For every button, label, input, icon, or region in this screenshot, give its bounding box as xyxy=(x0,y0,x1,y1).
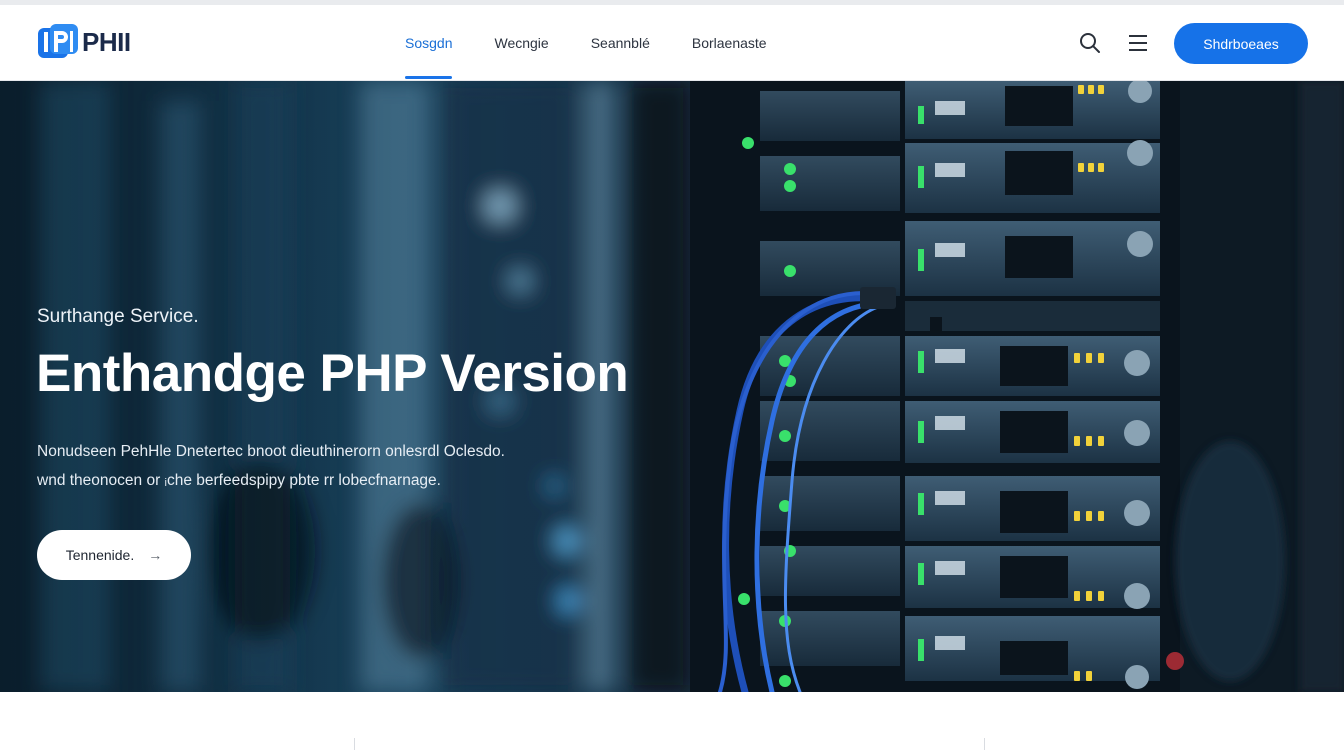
hero-section: Surthange Service. Enthandge PHP Version… xyxy=(0,81,1344,692)
nav-link-2[interactable]: Seannblé xyxy=(591,5,650,81)
cta-button[interactable]: Shdrboeaes xyxy=(1174,23,1308,64)
brand-logo[interactable]: PHII xyxy=(36,22,131,62)
hero-description: Nonudseen PehHle Dnetertec bnoot dieuthi… xyxy=(37,437,597,495)
search-button[interactable] xyxy=(1076,29,1104,57)
hero-description-line-1: Nonudseen PehHle Dnetertec bnoot dieuthi… xyxy=(37,443,505,460)
php-logo-icon xyxy=(38,24,78,58)
hero-headline: Enthandge PHP Version xyxy=(36,344,629,403)
search-icon xyxy=(1080,33,1100,53)
hero-description-line-2: wnd theonocen or ᵢche berfeedspipy pbte … xyxy=(37,472,441,489)
hero-button[interactable]: Tennenide. → xyxy=(37,530,191,580)
nav-link-0[interactable]: Sosgdn xyxy=(405,5,453,81)
menu-button[interactable] xyxy=(1124,29,1152,57)
column-divider xyxy=(354,738,355,750)
arrow-right-icon: → xyxy=(148,547,163,563)
hero-eyebrow: Surthange Service. xyxy=(37,306,199,327)
nav-link-1[interactable]: Wecngie xyxy=(494,5,548,81)
top-navbar: PHII Sosgdn Wecngie Seannblé Borlaenaste… xyxy=(0,5,1344,81)
below-hero-section xyxy=(0,692,1344,750)
hero-button-label: Tennenide. xyxy=(65,547,135,563)
main-nav: Sosgdn Wecngie Seannblé Borlaenaste xyxy=(405,5,809,81)
hamburger-menu-icon xyxy=(1129,35,1147,51)
nav-link-3[interactable]: Borlaenaste xyxy=(692,5,767,81)
brand-name: PHII xyxy=(82,26,131,57)
column-divider xyxy=(984,738,985,750)
